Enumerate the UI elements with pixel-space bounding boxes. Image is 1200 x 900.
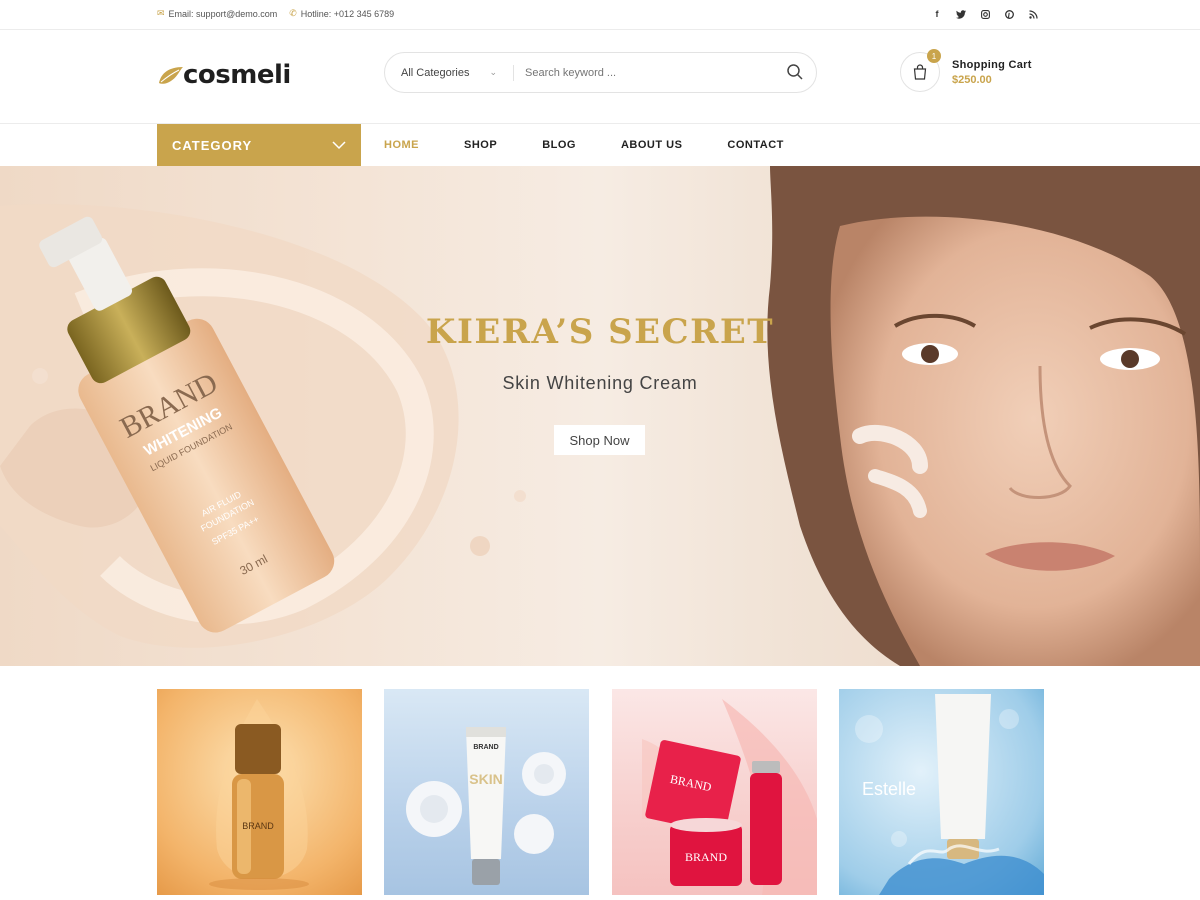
product-tile-2[interactable]: BRAND SKIN [384, 689, 589, 895]
nav-item-contact[interactable]: CONTACT [727, 139, 783, 151]
pinterest-icon[interactable] [1004, 8, 1014, 20]
tile-2-brand-text: BRAND [473, 744, 498, 751]
email-item[interactable]: ✉ Email: support@demo.com [157, 8, 277, 19]
category-select[interactable]: All Categories ⌄ [385, 67, 513, 79]
category-select-value: All Categories [401, 66, 470, 79]
chevron-down-icon: ⌄ [489, 66, 497, 77]
red-skincare-set-image: BRAND BRAND [642, 699, 817, 895]
tile-1-brand-text: BRAND [242, 821, 274, 831]
twitter-icon[interactable] [956, 8, 966, 20]
cart-total: $250.00 [952, 73, 992, 86]
shopping-cart[interactable]: 1 Shopping Cart $250.00 [900, 49, 1032, 92]
envelope-icon: ✉ [157, 8, 165, 18]
instagram-icon[interactable] [980, 8, 990, 20]
cart-bag[interactable]: 1 [900, 49, 941, 92]
product-tile-4[interactable]: Estelle [839, 689, 1044, 895]
shopping-bag-icon [913, 64, 927, 80]
hero-title: KIERA’S SECRET [425, 312, 775, 352]
nav-item-shop[interactable]: SHOP [464, 139, 497, 151]
email-text: Email: support@demo.com [168, 8, 278, 19]
search-icon[interactable] [786, 63, 804, 81]
cream-tube-image: BRAND SKIN [406, 727, 566, 885]
phone-icon: ✆ [289, 8, 297, 18]
nav-item-about-us[interactable]: ABOUT US [621, 139, 682, 151]
top-bar: ✉ Email: support@demo.com ✆ Hotline: +01… [0, 0, 1200, 30]
category-dropdown[interactable]: CATEGORY [157, 124, 361, 166]
nav-item-blog[interactable]: BLOG [542, 139, 576, 151]
hero-illustration: BRAND WHITENING LIQUID FOUNDATION AIR FL… [0, 166, 1200, 666]
main-navbar: CATEGORY HOME SHOP BLOG ABOUT US CONTACT [0, 124, 1200, 166]
search-input[interactable] [514, 66, 769, 79]
site-logo[interactable]: cosmeli [157, 60, 291, 90]
leaf-logo-icon [157, 61, 183, 89]
social-links: f [932, 8, 1038, 20]
nav-item-home[interactable]: HOME [384, 139, 419, 151]
product-tile-1[interactable]: BRAND [157, 689, 362, 895]
tile-3-brand-text-2: BRAND [685, 850, 727, 864]
hotline-item[interactable]: ✆ Hotline: +012 345 6789 [289, 8, 394, 19]
cream-tube-water-image: Estelle [855, 694, 1044, 895]
rss-icon[interactable] [1028, 8, 1038, 20]
cart-info: Shopping Cart $250.00 [952, 59, 1032, 86]
product-tile-3[interactable]: BRAND BRAND [612, 689, 817, 895]
logo-text: cosmeli [183, 60, 291, 90]
tile-2-skin-text: SKIN [469, 771, 502, 787]
site-header: cosmeli All Categories ⌄ 1 Shopping Cart… [0, 30, 1200, 124]
contact-info: ✉ Email: support@demo.com ✆ Hotline: +01… [157, 8, 394, 19]
serum-bottle-image: BRAND [209, 699, 309, 890]
cart-label: Shopping Cart [952, 58, 1032, 71]
facebook-icon[interactable]: f [932, 8, 942, 20]
category-label: CATEGORY [172, 137, 253, 153]
hero-banner: BRAND WHITENING LIQUID FOUNDATION AIR FL… [0, 166, 1200, 666]
chevron-down-icon [332, 140, 346, 149]
search-bar: All Categories ⌄ [384, 52, 817, 93]
hotline-text: Hotline: +012 345 6789 [300, 8, 395, 19]
nav-menu: HOME SHOP BLOG ABOUT US CONTACT [384, 124, 829, 166]
tile-4-brand-text: Estelle [862, 779, 916, 799]
cart-count-badge: 1 [927, 49, 941, 63]
shop-now-button[interactable]: Shop Now [554, 425, 645, 455]
hero-subtitle: Skin Whitening Cream [502, 373, 698, 393]
